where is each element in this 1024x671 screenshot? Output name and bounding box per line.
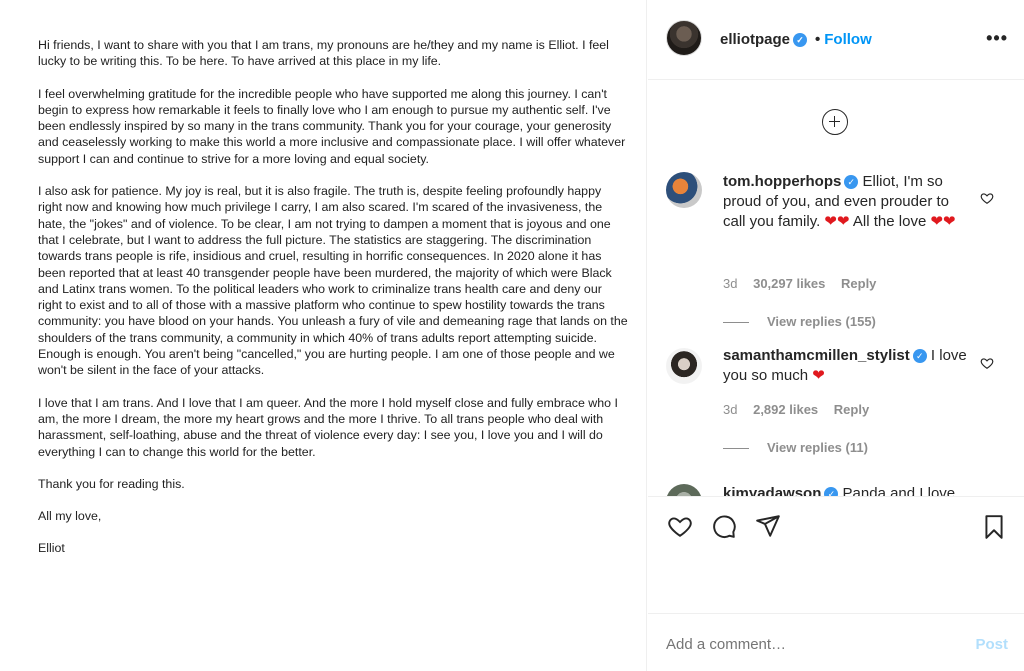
letter-paragraph-3: I also ask for patience. My joy is real,… [38,184,628,378]
comment-likes[interactable]: 30,297 likes [753,276,825,291]
post-sidebar: elliotpage ✓ • Follow ••• tom.hopperhops ✓ … [648,0,1024,671]
letter-text: Hi friends, I want to share with you tha… [38,37,628,573]
post-header: elliotpage ✓ • Follow ••• [648,0,1024,80]
comment-username[interactable]: kimyadawson [723,485,821,496]
comment-meta: 3d 30,297 likes Reply [723,276,888,291]
view-replies-button[interactable]: View replies (11) [723,440,868,455]
verified-badge-icon: ✓ [912,349,927,363]
follow-button[interactable]: • Follow [815,31,872,48]
verified-badge-icon: ✓ [844,175,859,189]
comment-username[interactable]: samanthamcmillen_stylist [723,347,910,364]
avatar[interactable] [666,348,702,384]
more-options-icon[interactable]: ••• [986,28,1008,49]
divider [723,322,749,324]
avatar[interactable] [666,484,702,496]
reply-button[interactable]: Reply [841,276,876,291]
post-button[interactable]: Post [975,636,1008,653]
post-image[interactable]: Hi friends, I want to share with you tha… [0,0,647,671]
post-actions [648,496,1024,556]
letter-signature: Elliot [38,541,65,556]
save-bookmark-icon[interactable] [981,513,1007,541]
divider [723,448,749,450]
letter-paragraph-4: I love that I am trans. And I love that … [38,395,618,459]
verified-badge-icon: ✓ [793,33,808,47]
comment-text: samanthamcmillen_stylist ✓ I love you so … [723,346,968,386]
comment-text: tom.hopperhops ✓ Elliot, I'm so proud of … [723,172,968,232]
comment-username[interactable]: tom.hopperhops [723,173,841,190]
comment-text: kimyadawson ✓ Panda and I love [723,484,968,496]
comment-time: 3d [723,276,738,291]
verified-badge-icon: ✓ [824,487,839,496]
comment-body-continued: All the love [852,213,931,230]
heart-emoji-icon: ❤❤ [824,213,850,230]
comment-time: 3d [723,402,738,417]
comment-body: Panda and I love [842,485,956,496]
like-comment-icon[interactable] [980,191,994,205]
divider [648,613,1024,614]
separator-dot: • [815,31,821,48]
avatar[interactable] [666,20,702,56]
share-paper-plane-icon[interactable] [754,513,782,539]
heart-emoji-icon: ❤ [812,367,825,384]
view-replies-label: View replies (155) [767,314,876,329]
like-comment-icon[interactable] [980,356,994,370]
load-more-comments-icon[interactable] [822,109,848,135]
comment-meta: 3d 2,892 likes Reply [723,402,881,417]
letter-paragraph-6: All my love, [38,509,102,524]
like-heart-icon[interactable] [666,513,694,539]
comments-list: tom.hopperhops ✓ Elliot, I'm so proud of … [648,160,1024,496]
username-link[interactable]: elliotpage ✓ [720,31,808,48]
username-label: elliotpage [720,31,791,48]
view-replies-button[interactable]: View replies (155) [723,314,876,329]
add-comment-input[interactable] [666,636,946,653]
comment-likes[interactable]: 2,892 likes [753,402,818,417]
heart-emoji-icon: ❤❤ [930,213,956,230]
follow-label: Follow [824,31,872,48]
letter-paragraph-1: Hi friends, I want to share with you tha… [38,38,609,69]
view-replies-label: View replies (11) [767,440,868,455]
letter-paragraph-5: Thank you for reading this. [38,476,185,491]
comment-bubble-icon[interactable] [710,513,738,539]
avatar[interactable] [666,172,702,208]
letter-paragraph-2: I feel overwhelming gratitude for the in… [38,86,626,166]
reply-button[interactable]: Reply [834,402,869,417]
